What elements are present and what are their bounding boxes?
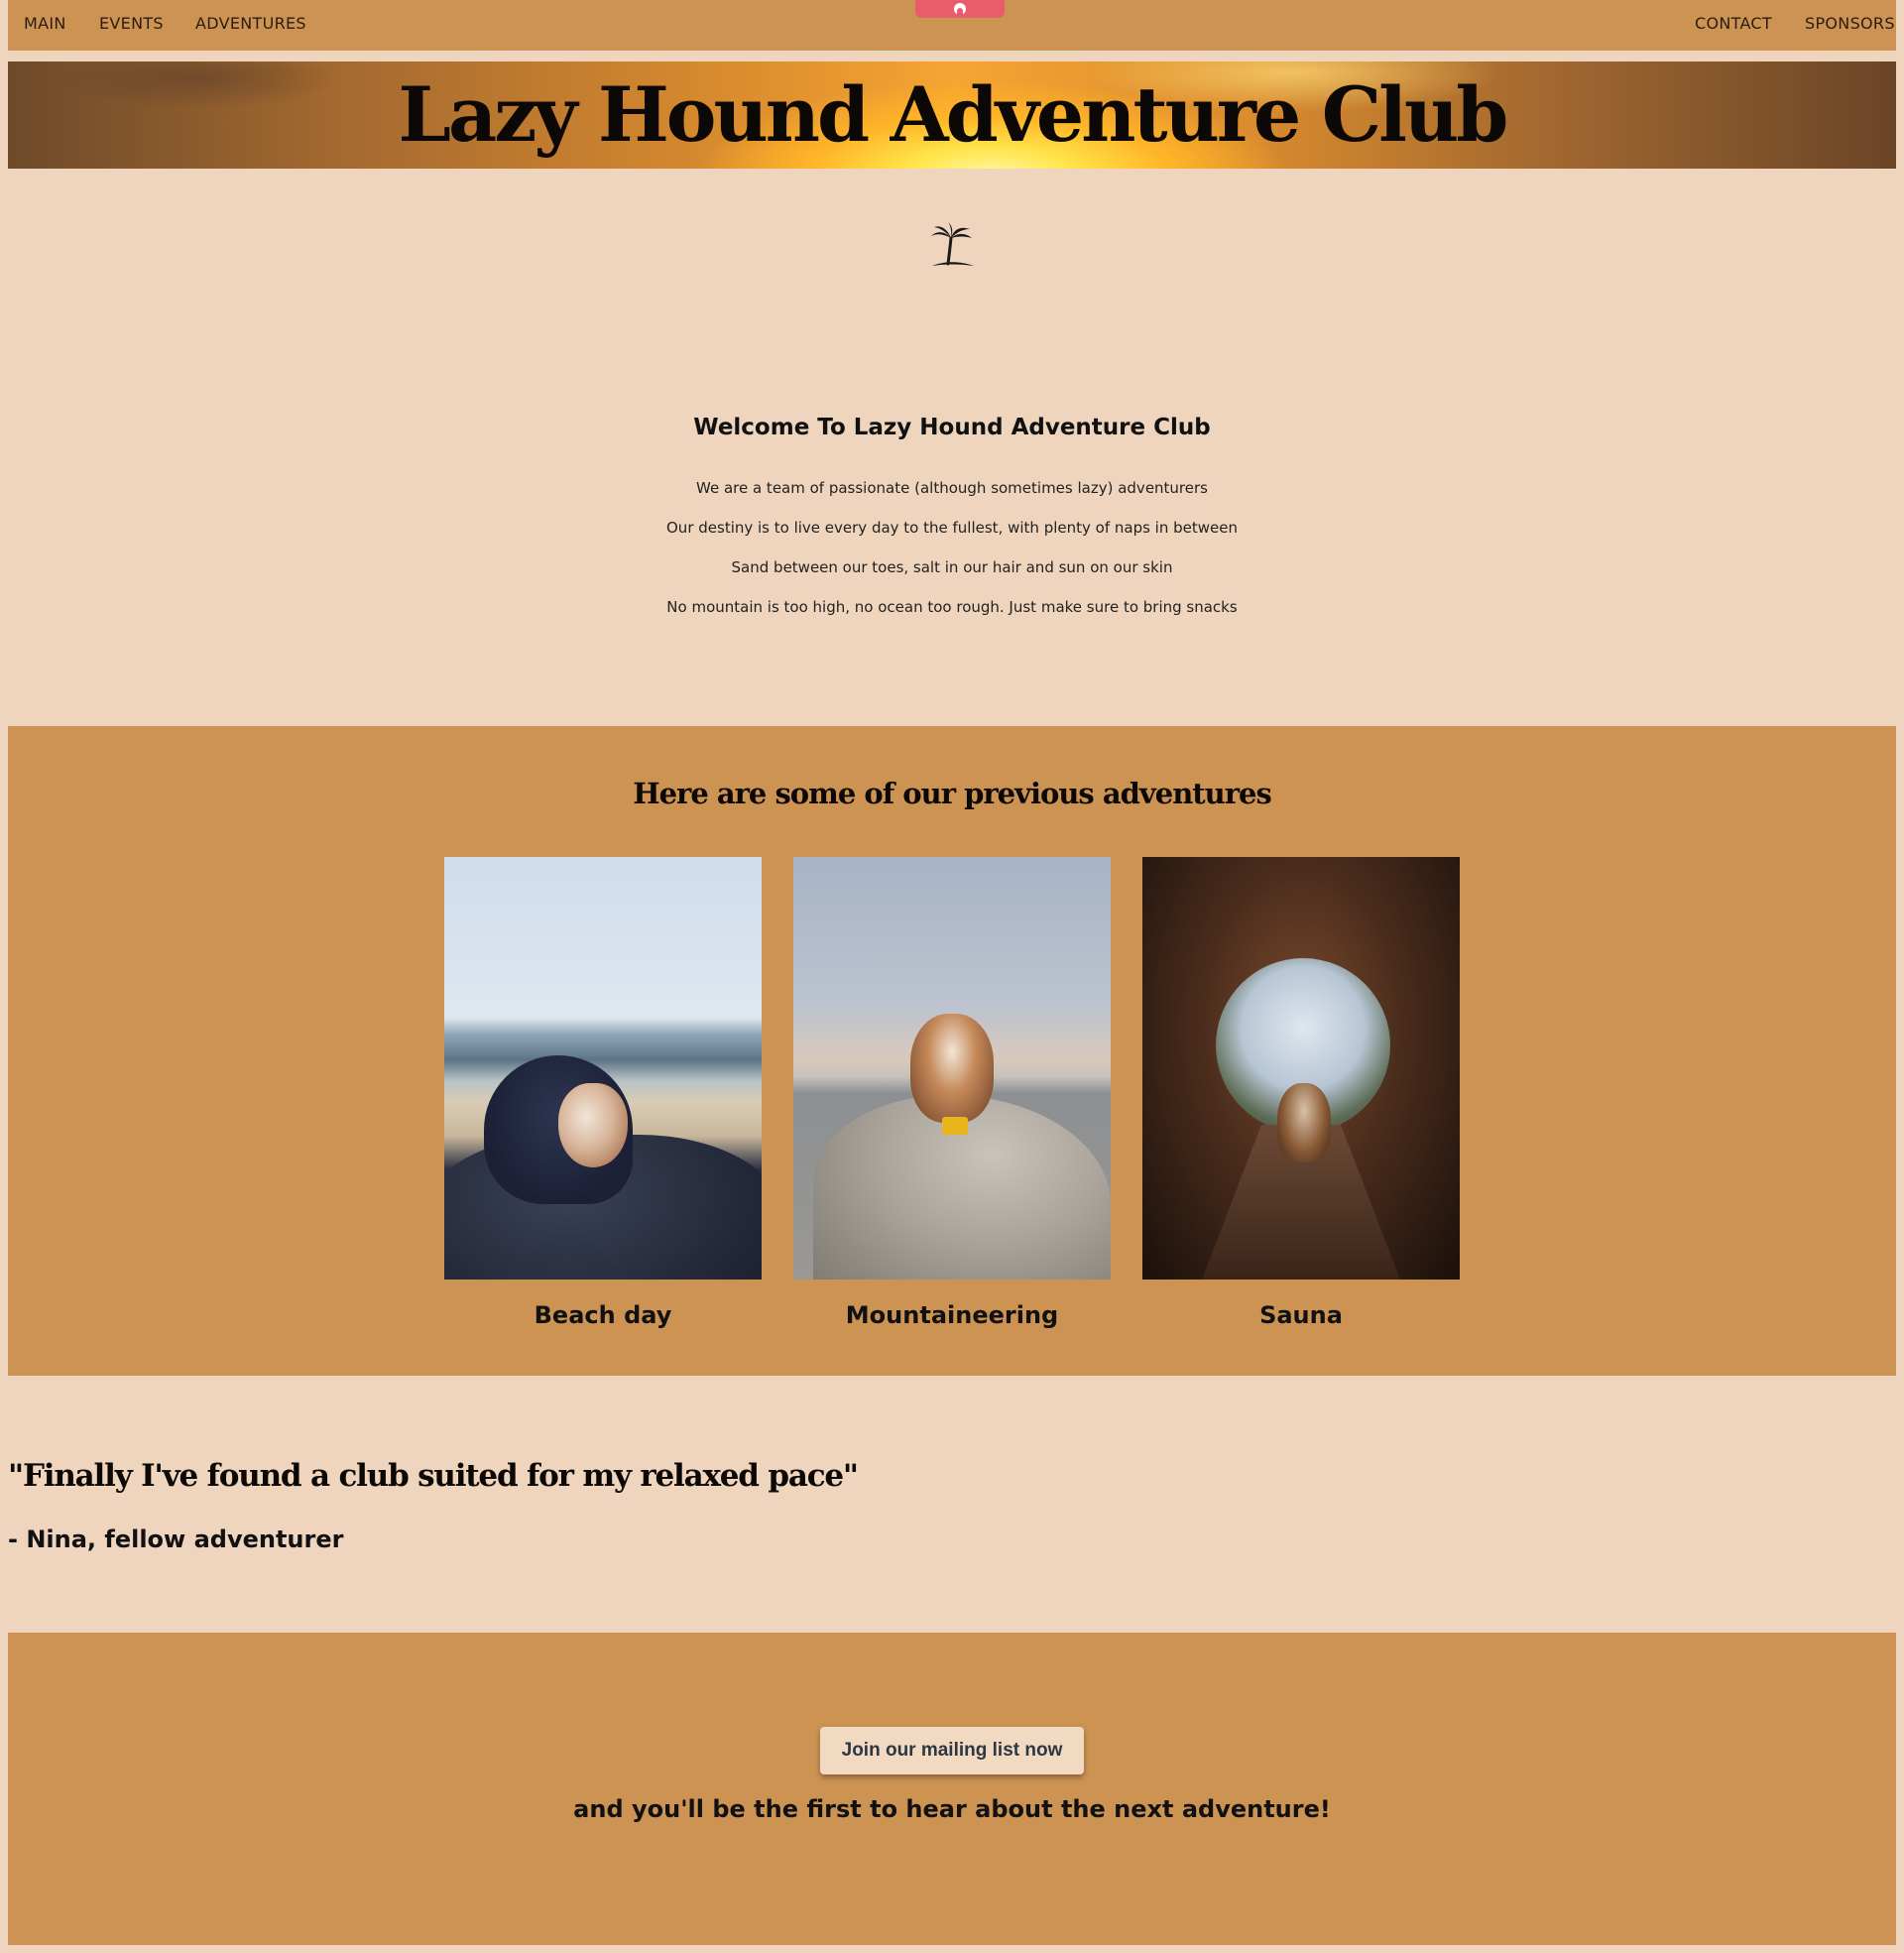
eye-icon (954, 3, 966, 15)
mailing-list-section: Join our mailing list now and you'll be … (8, 1633, 1896, 1945)
nav-link-events[interactable]: EVENTS (99, 14, 164, 33)
testimonial-quote: "Finally I've found a club suited for my… (8, 1458, 859, 1494)
adventure-card-label: Mountaineering (845, 1301, 1059, 1329)
testimonial-author: - Nina, fellow adventurer (8, 1526, 344, 1553)
nav-link-contact[interactable]: CONTACT (1695, 14, 1772, 33)
adventures-heading: Here are some of our previous adventures (633, 777, 1272, 810)
mountaineering-photo[interactable] (793, 857, 1111, 1280)
adventure-card-mountaineering[interactable]: Mountaineering (793, 857, 1111, 1329)
welcome-line: Our destiny is to live every day to the … (666, 519, 1238, 537)
join-mailing-list-button[interactable]: Join our mailing list now (820, 1727, 1084, 1774)
mailing-list-text: and you'll be the first to hear about th… (573, 1795, 1331, 1823)
welcome-section: Welcome To Lazy Hound Adventure Club We … (0, 411, 1904, 627)
beach-day-photo[interactable] (444, 857, 762, 1280)
adventure-card-sauna[interactable]: Sauna (1142, 857, 1460, 1329)
hero-banner: Lazy Hound Adventure Club (8, 61, 1896, 169)
adventure-card-beach[interactable]: Beach day (444, 857, 762, 1329)
sauna-photo[interactable] (1142, 857, 1460, 1280)
nav-link-main[interactable]: MAIN (24, 14, 66, 33)
site-title: Lazy Hound Adventure Club (398, 70, 1509, 159)
toolbar-toggle-tab[interactable] (915, 0, 1005, 18)
nav-link-sponsors[interactable]: SPONSORS (1805, 14, 1895, 33)
welcome-line: We are a team of passionate (although so… (696, 479, 1208, 497)
welcome-line: No mountain is too high, no ocean too ro… (666, 598, 1238, 616)
top-nav-bar: MAIN EVENTS ADVENTURES CONTACT SPONSORS (8, 0, 1896, 51)
adventure-card-label: Sauna (1259, 1301, 1343, 1329)
nav-link-adventures[interactable]: ADVENTURES (195, 14, 306, 33)
welcome-heading: Welcome To Lazy Hound Adventure Club (693, 415, 1211, 440)
welcome-line: Sand between our toes, salt in our hair … (731, 558, 1173, 576)
palm-tree-icon (926, 218, 978, 270)
adventure-card-label: Beach day (534, 1301, 672, 1329)
adventures-section: Here are some of our previous adventures… (8, 726, 1896, 1376)
